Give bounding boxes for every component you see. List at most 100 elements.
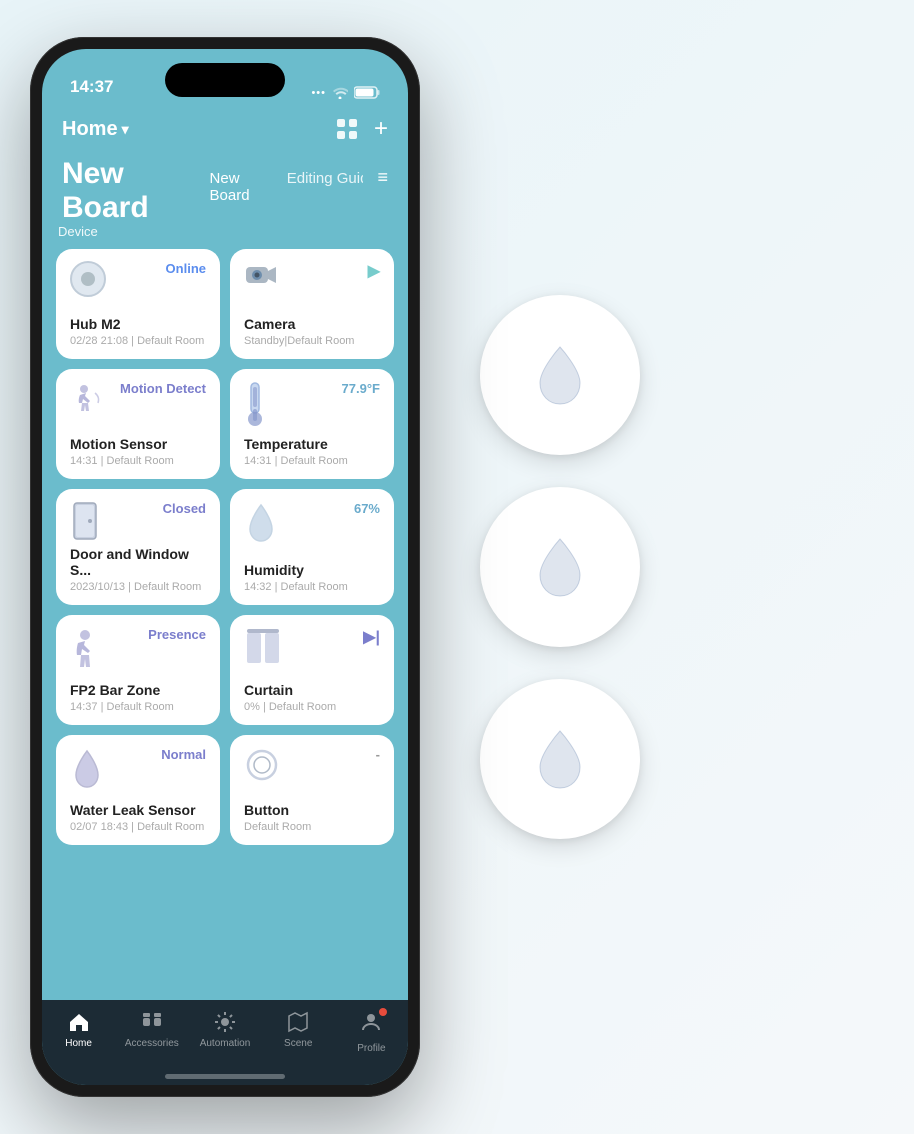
card-info: Default Room [244, 821, 380, 833]
card-icon-camera [244, 261, 278, 294]
content-area: Device Online Hub M2 02/28 21:08 | Defau… [42, 224, 408, 1000]
card-icon-humidity [244, 501, 278, 548]
card-top: ▶| [244, 627, 380, 672]
device-card-motion-sensor[interactable]: Motion Detect Motion Sensor 14:31 | Defa… [56, 369, 220, 479]
sensors-panel [480, 295, 640, 839]
card-info: 0% | Default Room [244, 701, 380, 713]
card-bottom: Water Leak Sensor 02/07 18:43 | Default … [70, 802, 206, 833]
bottom-nav: Home Accessories [42, 1000, 408, 1085]
grid-icon[interactable] [336, 118, 358, 140]
sensor-button-middle[interactable] [480, 487, 640, 647]
card-info: 02/28 21:08 | Default Room [70, 335, 206, 347]
card-top: Closed [70, 501, 206, 546]
accessories-nav-icon [140, 1010, 164, 1034]
card-info: Standby|Default Room [244, 335, 380, 347]
card-info: 14:31 | Default Room [244, 455, 380, 467]
card-info: 02/07 18:43 | Default Room [70, 821, 206, 833]
card-status: Normal [161, 747, 206, 762]
card-name: Button [244, 802, 380, 818]
device-card-water-leak[interactable]: Normal Water Leak Sensor 02/07 18:43 | D… [56, 735, 220, 845]
water-drop-icon-top [534, 343, 586, 408]
card-status: Motion Detect [120, 381, 206, 396]
card-status: - [376, 747, 380, 762]
card-name: Camera [244, 316, 380, 332]
phone-frame: 14:37 ••• [30, 37, 420, 1097]
card-top: ▶ [244, 261, 380, 294]
card-info: 14:37 | Default Room [70, 701, 206, 713]
card-name: FP2 Bar Zone [70, 682, 206, 698]
card-status: Presence [148, 627, 206, 642]
card-icon-curtain [244, 627, 282, 672]
nav-profile[interactable]: Profile [335, 1010, 408, 1054]
header-icons: + [336, 115, 388, 143]
card-icon-motion [70, 381, 106, 422]
add-icon[interactable]: + [374, 115, 388, 143]
card-info: 14:31 | Default Room [70, 455, 206, 467]
card-bottom: Camera Standby|Default Room [244, 316, 380, 347]
card-bottom: Button Default Room [244, 802, 380, 833]
automation-nav-icon [213, 1010, 237, 1034]
section-label: Device [56, 224, 394, 239]
dynamic-island [165, 63, 285, 97]
home-nav-icon [67, 1010, 91, 1034]
nav-automation-label: Automation [200, 1038, 251, 1049]
card-name: Humidity [244, 562, 380, 578]
card-icon-temperature [244, 381, 266, 434]
card-top: 67% [244, 501, 380, 548]
card-status: 67% [354, 501, 380, 516]
app-header: Home ▾ + [42, 107, 408, 153]
device-card-temperature[interactable]: 77.9°F Temperature 14:31 | Default Room [230, 369, 394, 479]
device-card-fp2-bar[interactable]: Presence FP2 Bar Zone 14:37 | Default Ro… [56, 615, 220, 725]
device-card-humidity[interactable]: 67% Humidity 14:32 | Default Room [230, 489, 394, 605]
board-title[interactable]: New Board [62, 157, 196, 225]
card-status: ▶| [363, 627, 380, 647]
card-name: Water Leak Sensor [70, 802, 206, 818]
card-name: Temperature [244, 436, 380, 452]
card-bottom: Hub M2 02/28 21:08 | Default Room [70, 316, 206, 347]
nav-home[interactable]: Home [42, 1010, 115, 1049]
nav-accessories[interactable]: Accessories [115, 1010, 188, 1049]
wifi-icon [332, 87, 348, 99]
nav-home-label: Home [65, 1038, 92, 1049]
home-title[interactable]: Home ▾ [62, 118, 129, 141]
board-menu-icon[interactable]: ≡ [377, 167, 388, 188]
scene-nav-icon [286, 1010, 310, 1034]
sensor-button-bottom[interactable] [480, 679, 640, 839]
dropdown-arrow: ▾ [122, 121, 129, 138]
nav-scene[interactable]: Scene [262, 1010, 335, 1049]
card-bottom: Door and Window S... 2023/10/13 | Defaul… [70, 546, 206, 593]
device-card-curtain[interactable]: ▶| Curtain 0% | Default Room [230, 615, 394, 725]
card-bottom: Temperature 14:31 | Default Room [244, 436, 380, 467]
card-bottom: Motion Sensor 14:31 | Default Room [70, 436, 206, 467]
card-top: - [244, 747, 380, 788]
device-card-camera[interactable]: ▶ Camera Standby|Default Room [230, 249, 394, 359]
device-card-button[interactable]: - Button Default Room [230, 735, 394, 845]
card-top: Normal [70, 747, 206, 794]
water-drop-icon-middle [534, 535, 586, 600]
phone-screen: 14:37 ••• [42, 49, 408, 1085]
card-status: ▶ [368, 261, 380, 281]
card-top: Motion Detect [70, 381, 206, 422]
card-info: 2023/10/13 | Default Room [70, 581, 206, 593]
device-card-door-window[interactable]: Closed Door and Window S... 2023/10/13 |… [56, 489, 220, 605]
signal-icon: ••• [311, 87, 326, 99]
card-icon-button [244, 747, 280, 788]
nav-profile-label: Profile [357, 1043, 385, 1054]
home-indicator [165, 1074, 285, 1079]
profile-notification-dot [379, 1008, 387, 1016]
board-tab-new[interactable]: New Board [210, 170, 273, 204]
sensor-button-top[interactable] [480, 295, 640, 455]
card-top: Presence [70, 627, 206, 674]
card-bottom: Curtain 0% | Default Room [244, 682, 380, 713]
card-bottom: FP2 Bar Zone 14:37 | Default Room [70, 682, 206, 713]
card-icon-door [70, 501, 104, 546]
water-drop-icon-bottom [534, 727, 586, 792]
device-card-hub-m2[interactable]: Online Hub M2 02/28 21:08 | Default Room [56, 249, 220, 359]
card-info: 14:32 | Default Room [244, 581, 380, 593]
board-tab-guide[interactable]: Editing Guide [287, 170, 364, 187]
card-icon-hub [70, 261, 106, 297]
card-icon-person [70, 627, 100, 674]
nav-automation[interactable]: Automation [188, 1010, 261, 1049]
nav-scene-label: Scene [284, 1038, 312, 1049]
card-name: Curtain [244, 682, 380, 698]
